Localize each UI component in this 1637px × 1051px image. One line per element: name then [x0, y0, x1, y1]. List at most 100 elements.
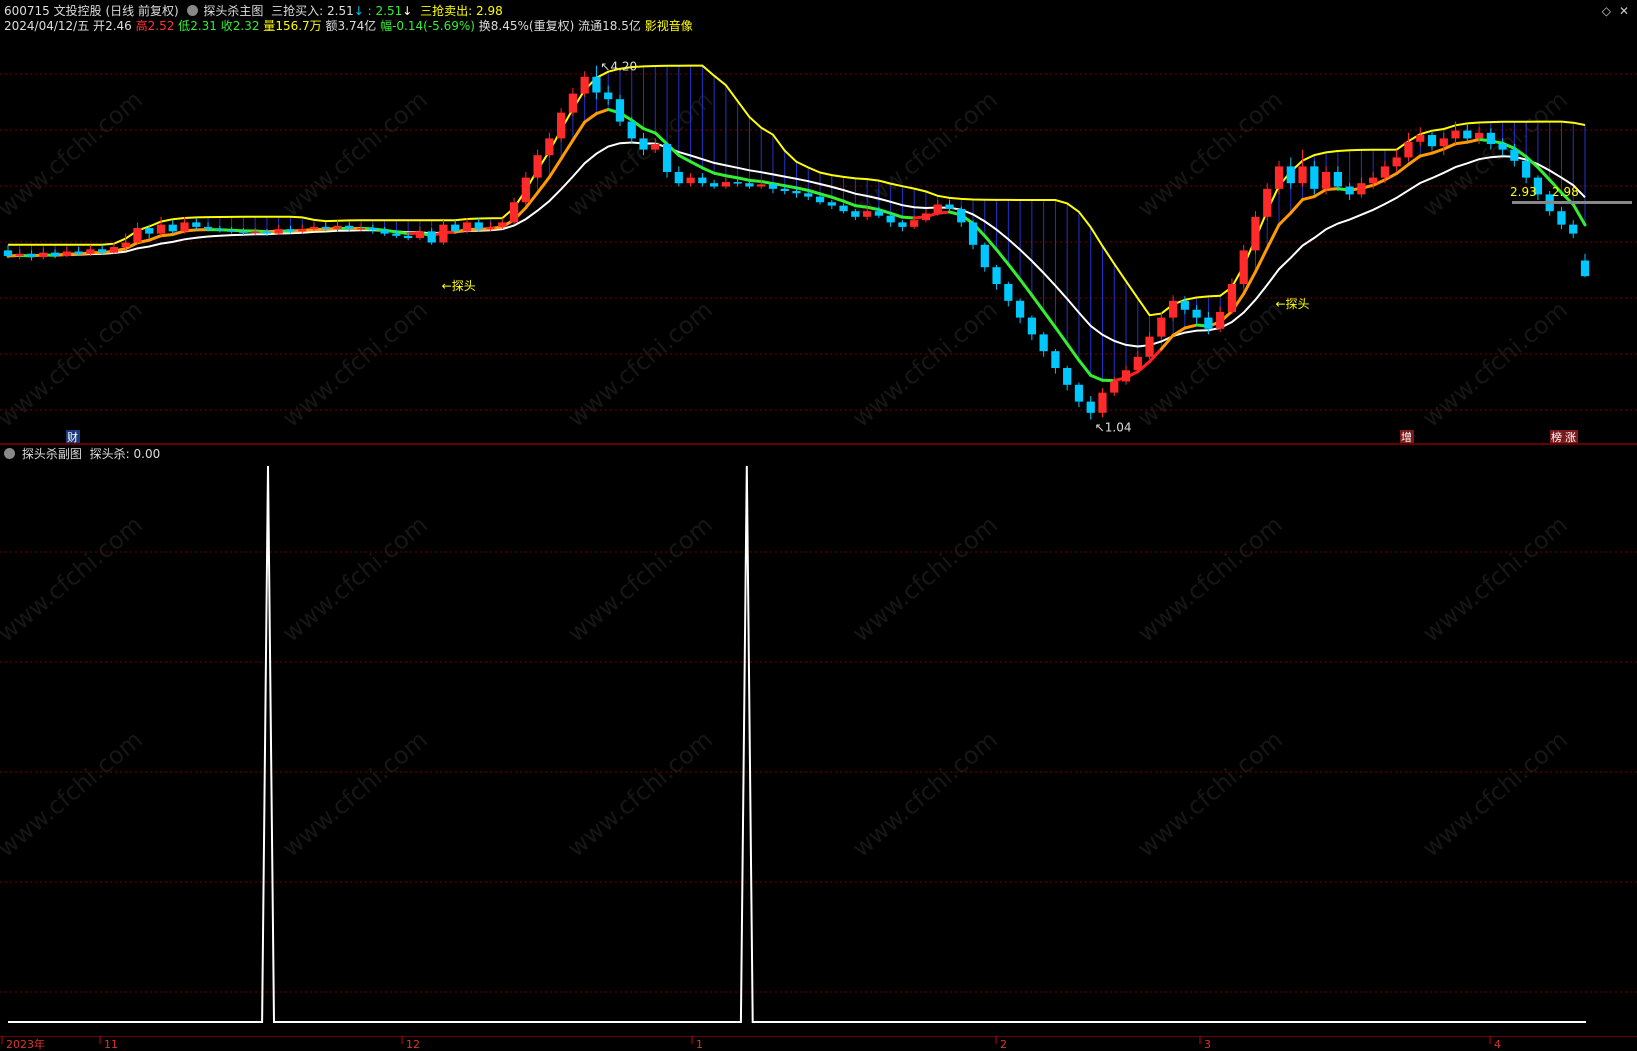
candle-body: [827, 202, 836, 206]
candle-body: [1157, 317, 1166, 337]
candle-body: [686, 177, 695, 184]
candle-body: [545, 138, 554, 156]
candle-body: [874, 211, 883, 216]
candle-body: [439, 224, 448, 243]
price-level-bar: [1512, 201, 1632, 204]
candle-body: [1274, 166, 1284, 189]
candle-body: [404, 235, 413, 239]
candle-body: [1051, 351, 1060, 368]
candle-body: [1027, 317, 1036, 335]
trend-line-segment: [1018, 278, 1034, 297]
main-price-chart[interactable]: ↖4.20 ↖1.04 ←探头 ←探头 2.93 2.98 财 增 榜涨: [0, 0, 1637, 446]
candle-body: [839, 205, 848, 212]
trend-line-segment: [736, 176, 751, 182]
trend-line-segment: [1159, 333, 1175, 351]
candle-body: [1239, 250, 1248, 284]
candle-body: [1380, 166, 1390, 178]
candle-body: [321, 226, 330, 230]
candle-body: [886, 215, 895, 223]
candle-body: [145, 228, 154, 234]
candle-body: [1168, 300, 1178, 318]
candle-body: [1345, 186, 1354, 195]
candle-body: [910, 220, 919, 227]
candle-body: [1333, 172, 1342, 187]
trend-line-segment: [1089, 373, 1104, 382]
candle-body: [50, 252, 60, 256]
signal-line: [8, 465, 1586, 1023]
candle-body: [156, 224, 166, 234]
trend-line-segment: [700, 166, 716, 175]
candle-body: [580, 76, 589, 94]
candle-body: [992, 267, 1001, 284]
candle-body: [1310, 166, 1319, 189]
trend-line-segment: [1430, 147, 1446, 155]
candle-body: [615, 99, 625, 122]
candle-body: [462, 222, 472, 232]
candle-body: [1063, 368, 1072, 385]
axis-label: 11: [104, 1038, 118, 1051]
candle-body: [474, 222, 483, 230]
candle-body: [1098, 392, 1107, 413]
candle-body: [851, 211, 860, 217]
candle-body: [180, 222, 189, 232]
candle-body: [345, 225, 354, 230]
trend-line-segment: [1053, 325, 1069, 346]
candle-body: [1192, 309, 1201, 318]
candle-body: [651, 144, 660, 150]
trend-line-segment: [1571, 202, 1587, 227]
candle-body: [62, 251, 71, 256]
candle-body: [1392, 157, 1401, 167]
trend-line-segment: [712, 171, 728, 178]
time-axis: 2023年 11 12 1 2 3 4: [0, 1036, 1637, 1051]
candle-body: [1074, 384, 1084, 402]
trend-line-segment: [747, 178, 763, 183]
trend-line-segment: [1418, 151, 1434, 158]
candle-body: [1121, 370, 1131, 382]
trend-line-segment: [594, 107, 610, 116]
candle-body: [427, 231, 436, 243]
candle-body: [1039, 334, 1048, 352]
candle-body: [86, 249, 95, 254]
candle-body: [298, 229, 307, 232]
candle-body: [333, 225, 342, 230]
candle-body: [1357, 183, 1366, 195]
candle-body: [521, 177, 530, 203]
candle-body: [227, 230, 236, 232]
candle-body: [1580, 260, 1590, 277]
rank-badge: 榜: [1551, 430, 1562, 444]
trend-line-segment: [1454, 140, 1469, 146]
candle-body: [133, 228, 142, 243]
candle-body: [1298, 166, 1307, 184]
candle-body: [1463, 130, 1472, 139]
candle-body: [1451, 130, 1460, 139]
candle-body: [451, 224, 460, 232]
trend-line-segment: [1253, 246, 1269, 274]
candle-body: [1110, 381, 1119, 393]
trend-line-segment: [571, 120, 587, 142]
candle-body: [1486, 132, 1495, 144]
candle-body: [1522, 160, 1531, 178]
trend-line-segment: [783, 184, 798, 190]
sub-indicator-chart[interactable]: [0, 446, 1637, 1036]
candle-body: [698, 177, 707, 184]
candle-body: [368, 228, 377, 231]
right-value-label: 2.98: [1552, 185, 1579, 199]
candle-body: [604, 92, 613, 100]
probe-signal-label: ←探头: [442, 279, 476, 293]
trend-line-segment: [853, 204, 869, 209]
candle-body: [1263, 188, 1272, 217]
trend-line-segment: [842, 199, 857, 208]
candle-body: [815, 196, 825, 203]
candle-body: [1286, 166, 1295, 184]
candle-body: [898, 222, 907, 227]
axis-label: 3: [1204, 1038, 1211, 1051]
trend-line-segment: [1077, 358, 1093, 377]
trend-line-segment: [1465, 138, 1481, 144]
candle-body: [203, 226, 213, 230]
candle-body: [804, 193, 813, 197]
candle-body: [780, 188, 789, 192]
candle-body: [215, 229, 224, 231]
candle-body: [768, 184, 778, 189]
candle-body: [1180, 300, 1189, 310]
candle-body: [1498, 144, 1507, 150]
